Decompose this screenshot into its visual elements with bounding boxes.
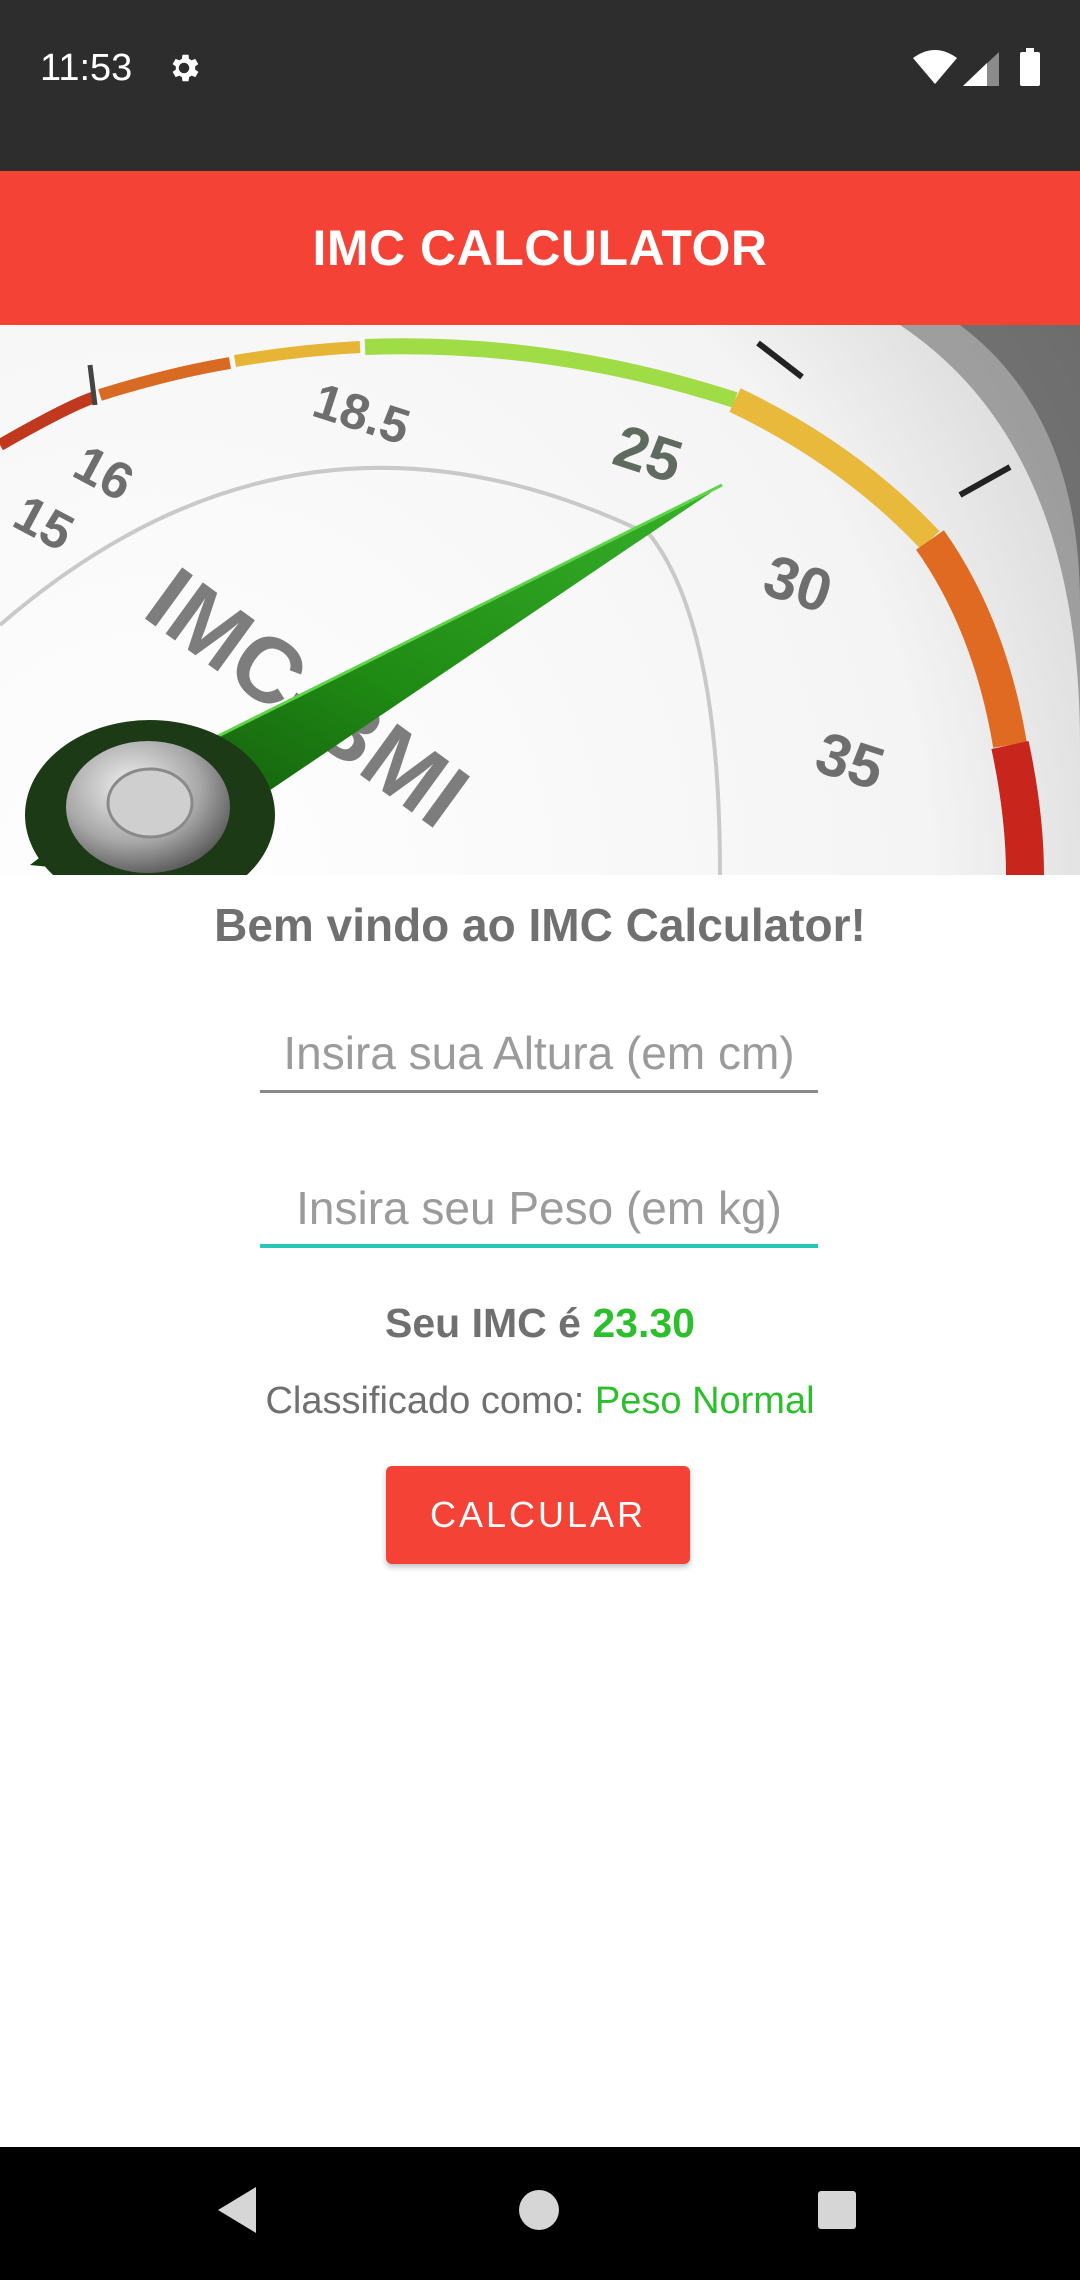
imc-result-label: Seu IMC é (385, 1300, 581, 1346)
gear-icon (172, 54, 199, 82)
weight-field[interactable] (260, 1168, 818, 1248)
navigation-bar (0, 2147, 1080, 2280)
classification-label: Classificado como: (265, 1380, 585, 1422)
calculate-button[interactable]: CALCULAR (386, 1466, 690, 1564)
welcome-heading: Bem vindo ao IMC Calculator! (214, 899, 866, 951)
height-input[interactable] (260, 1013, 818, 1093)
weight-input[interactable] (260, 1168, 818, 1248)
recents-icon[interactable] (818, 2191, 856, 2229)
wifi-icon (913, 50, 957, 84)
status-time: 11:53 (40, 47, 133, 89)
height-field[interactable] (260, 1013, 818, 1093)
app-title: IMC CALCULATOR (312, 220, 768, 276)
bmi-gauge-banner: 15 16 18.5 25 30 35 IMC-BMI (0, 325, 1080, 875)
weight-underline (260, 1244, 818, 1248)
classification-value: Peso Normal (594, 1380, 815, 1422)
home-icon[interactable] (519, 2190, 559, 2230)
status-bar: 11:53 (0, 0, 1080, 171)
imc-result: Seu IMC é 23.30 (0, 1300, 1080, 1347)
battery-icon (1020, 48, 1040, 86)
signal-icon (963, 52, 999, 86)
back-icon[interactable] (218, 2187, 258, 2233)
imc-result-value: 23.30 (592, 1300, 695, 1346)
classification: Classificado como: Peso Normal (0, 1380, 1080, 1423)
app-bar: IMC CALCULATOR (0, 171, 1080, 325)
height-underline (260, 1090, 818, 1093)
